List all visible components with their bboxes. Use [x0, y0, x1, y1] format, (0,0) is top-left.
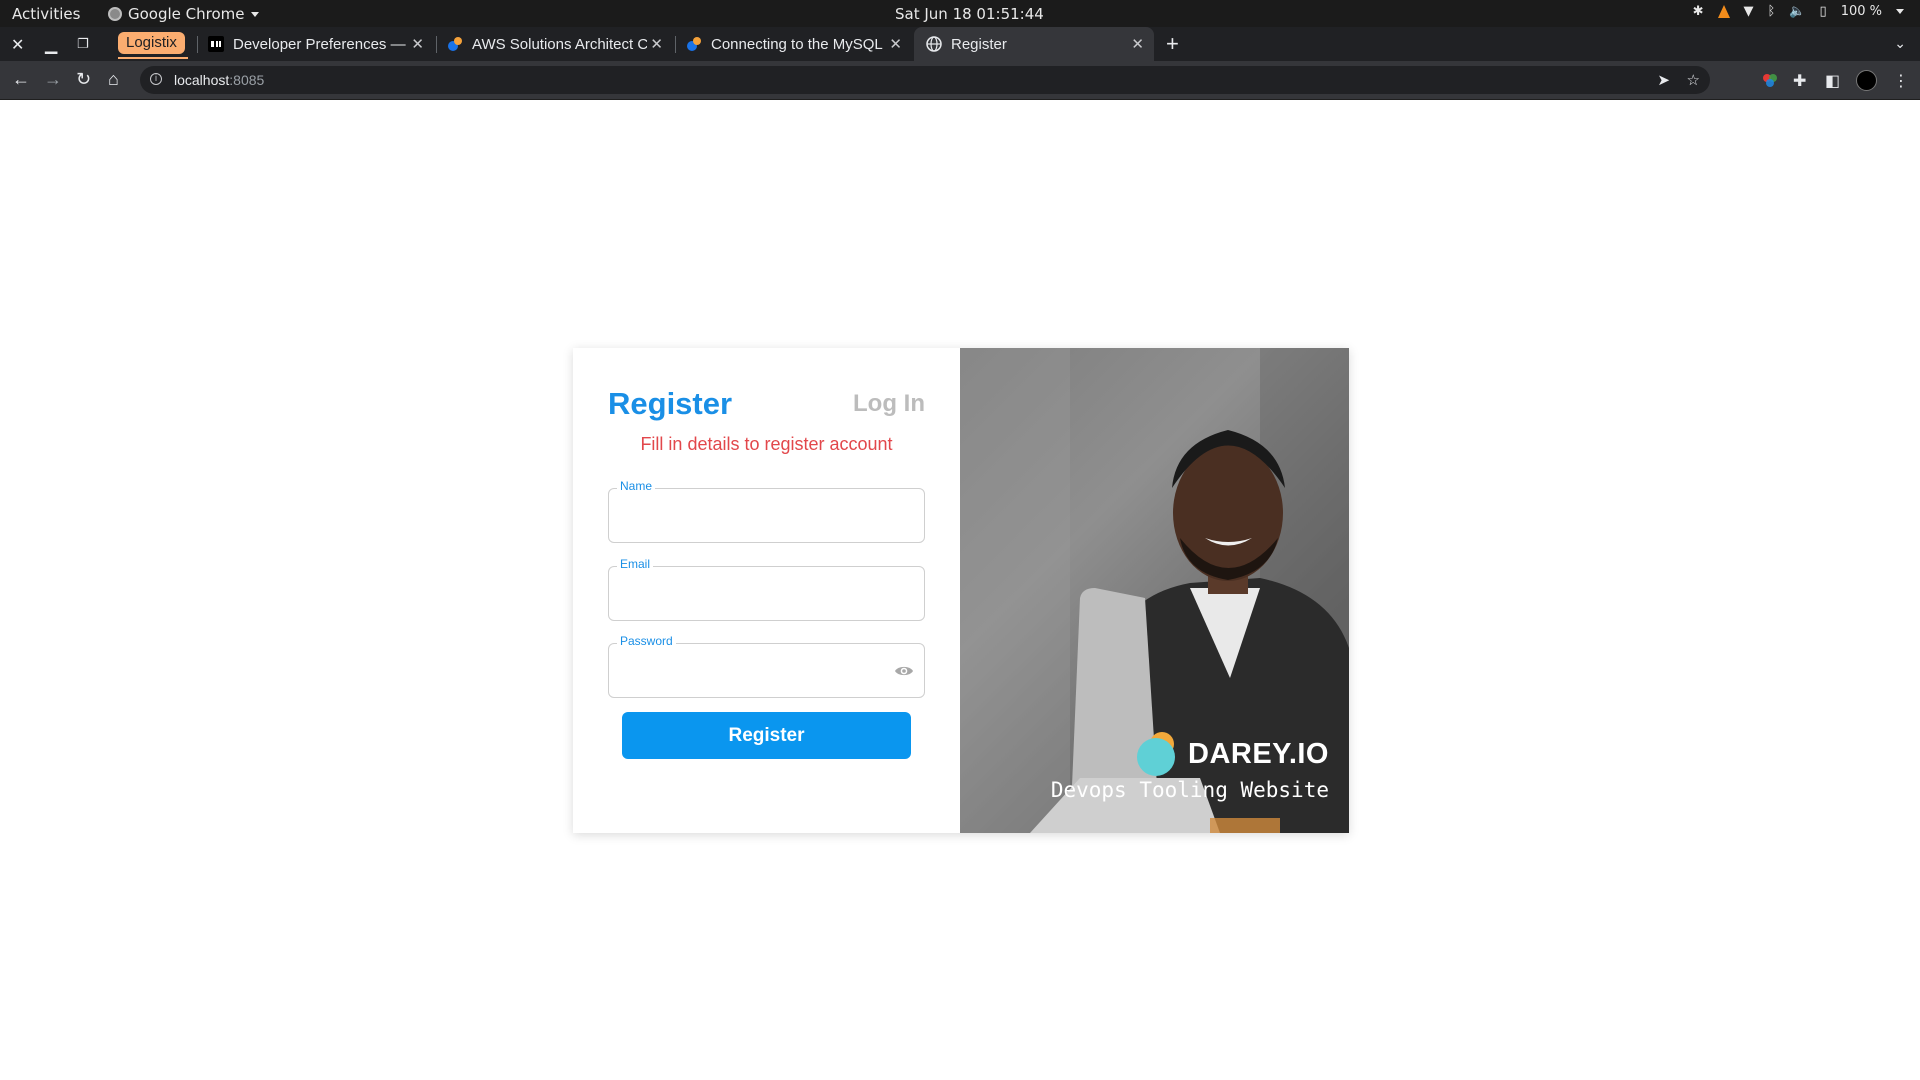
darey-brand: DAREY.IO: [1136, 731, 1329, 777]
url-host: localhost: [174, 72, 230, 88]
side-panel-icon[interactable]: ◧: [1825, 71, 1840, 91]
app-name: Google Chrome: [128, 5, 245, 23]
tab-group-logistix[interactable]: Logistix: [118, 32, 185, 54]
bluetooth-icon: ᛒ: [1767, 4, 1776, 19]
brand-name: DAREY.IO: [1188, 737, 1329, 770]
tab-strip: ✕ ▁ ❐ Logistix Developer Preferences — ✕…: [0, 27, 1920, 61]
volume-icon: 🔈: [1789, 4, 1806, 19]
name-label: Name: [617, 479, 656, 493]
send-to-devices-icon[interactable]: ➤: [1657, 71, 1670, 89]
register-form: Register Log In Fill in details to regis…: [573, 348, 960, 833]
profile-avatar[interactable]: [1856, 70, 1877, 91]
system-tray[interactable]: ✱ ▼ ᛒ 🔈 ▯ 100 %: [1693, 4, 1904, 19]
name-input[interactable]: [619, 503, 893, 529]
chrome-app-icon: [108, 7, 122, 21]
tab-developer-preferences[interactable]: Developer Preferences — ✕: [208, 27, 434, 61]
password-input[interactable]: [619, 658, 893, 684]
name-field[interactable]: Name: [608, 479, 925, 543]
close-tab-icon[interactable]: ✕: [650, 35, 663, 53]
slack-icon[interactable]: ✱: [1693, 4, 1704, 19]
bookmark-star-icon[interactable]: ☆: [1687, 71, 1700, 89]
system-top-bar: Activities Google Chrome Sat Jun 18 01:5…: [0, 0, 1920, 27]
tab-title: Connecting to the MySQL: [711, 35, 883, 53]
chevron-down-icon: [250, 11, 259, 17]
login-link[interactable]: Log In: [853, 390, 925, 418]
darey-logo-icon: [1137, 732, 1176, 776]
tab-title: AWS Solutions Architect C: [472, 35, 647, 53]
chrome-menu-icon[interactable]: ⋮: [1893, 71, 1909, 91]
reload-button[interactable]: ↻: [76, 69, 91, 90]
system-clock[interactable]: Sat Jun 18 01:51:44: [895, 5, 1044, 23]
vlc-icon[interactable]: [1717, 5, 1730, 18]
register-subtitle: Fill in details to register account: [640, 434, 893, 454]
article-favicon-icon: [687, 37, 701, 51]
show-password-eye-icon[interactable]: [894, 664, 914, 678]
restore-window-icon[interactable]: ❐: [77, 36, 89, 52]
app-menu[interactable]: Google Chrome: [108, 5, 259, 23]
url-text[interactable]: localhost:8085: [174, 72, 264, 88]
color-extension-icon[interactable]: [1762, 72, 1778, 88]
tab-register[interactable]: Register ✕: [914, 27, 1154, 61]
tab-separator: [675, 36, 676, 53]
browser-toolbar: ← → ↻ ⌂ i localhost:8085 ➤ ☆ ✚ ◧ ⋮: [0, 61, 1920, 100]
close-tab-icon[interactable]: ✕: [1131, 35, 1144, 53]
password-label: Password: [617, 634, 676, 648]
url-port: :8085: [229, 72, 265, 88]
tab-separator: [197, 36, 198, 53]
back-button[interactable]: ←: [12, 69, 30, 90]
battery-percent: 100 %: [1840, 4, 1882, 19]
site-info-icon[interactable]: i: [150, 73, 162, 85]
home-button[interactable]: ⌂: [108, 69, 119, 90]
email-input[interactable]: [619, 581, 893, 607]
close-window-icon[interactable]: ✕: [11, 35, 24, 55]
extensions-puzzle-icon[interactable]: ✚: [1793, 71, 1806, 91]
tab-connecting-mysql[interactable]: Connecting to the MySQL ✕: [686, 27, 912, 61]
tab-title: Register: [951, 35, 1007, 53]
forward-button[interactable]: →: [44, 69, 62, 90]
password-field[interactable]: Password: [608, 634, 925, 698]
dev-to-favicon-icon: [208, 36, 224, 52]
wifi-icon: ▼: [1743, 4, 1754, 19]
power-menu-chevron-icon[interactable]: [1896, 9, 1904, 14]
new-tab-button[interactable]: +: [1166, 31, 1179, 57]
activities-button[interactable]: Activities: [12, 5, 80, 23]
hero-photo: DAREY.IO Devops Tooling Website: [960, 348, 1349, 833]
tab-title: Developer Preferences —: [233, 35, 406, 53]
register-card: Register Log In Fill in details to regis…: [573, 348, 1349, 833]
tab-aws-solutions-architect[interactable]: AWS Solutions Architect C ✕: [447, 27, 673, 61]
tab-separator: [436, 36, 437, 53]
tab-group-underline: [118, 57, 188, 59]
close-tab-icon[interactable]: ✕: [889, 35, 902, 53]
globe-icon: [926, 36, 942, 52]
email-label: Email: [617, 557, 654, 571]
minimize-window-icon[interactable]: ▁: [45, 35, 57, 55]
register-button[interactable]: Register: [622, 712, 911, 759]
close-tab-icon[interactable]: ✕: [411, 35, 424, 53]
email-field[interactable]: Email: [608, 557, 925, 621]
address-bar[interactable]: i localhost:8085 ➤ ☆: [140, 66, 1710, 94]
udemy-favicon-icon: [448, 37, 462, 51]
brand-tagline: Devops Tooling Website: [1050, 778, 1329, 802]
tab-search-chevron-icon[interactable]: ⌄: [1894, 35, 1906, 52]
battery-icon: ▯: [1819, 4, 1827, 19]
register-heading: Register: [608, 386, 733, 421]
